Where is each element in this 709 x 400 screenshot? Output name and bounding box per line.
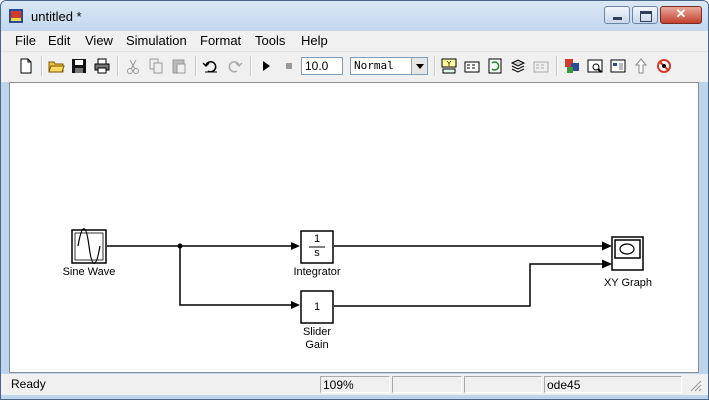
- svg-text:Y: Y: [446, 60, 452, 68]
- copy-icon[interactable]: [147, 57, 165, 75]
- simulation-mode-select[interactable]: Normal: [350, 57, 428, 75]
- menu-file[interactable]: File: [15, 33, 36, 48]
- integrator-label: Integrator: [293, 266, 341, 278]
- close-button[interactable]: ✕: [660, 6, 702, 24]
- update-diagram-icon[interactable]: [463, 57, 481, 75]
- menu-view[interactable]: View: [85, 33, 113, 48]
- build-model-icon[interactable]: Y: [440, 57, 458, 75]
- gain-label-line1: Slider: [302, 326, 332, 338]
- minimize-button[interactable]: [604, 6, 630, 24]
- window-title: untitled *: [31, 9, 82, 24]
- menu-format[interactable]: Format: [200, 33, 241, 48]
- xy-graph-label: XY Graph: [603, 277, 653, 289]
- model-browser-icon[interactable]: [609, 57, 627, 75]
- menu-bar: File Edit View Simulation Format Tools H…: [1, 31, 708, 51]
- library-browser-icon[interactable]: [563, 57, 581, 75]
- incremental-build-icon[interactable]: [486, 57, 504, 75]
- model-advisor-icon[interactable]: [532, 57, 550, 75]
- simulink-app-icon: [9, 9, 23, 23]
- start-simulation-icon[interactable]: [257, 57, 275, 75]
- paste-icon[interactable]: [170, 57, 188, 75]
- open-folder-icon[interactable]: [47, 57, 65, 75]
- minimize-icon: [613, 17, 622, 20]
- menu-help[interactable]: Help: [301, 33, 328, 48]
- close-icon: ✕: [675, 6, 687, 21]
- menu-simulation[interactable]: Simulation: [126, 33, 187, 48]
- zoom-level: 109%: [320, 376, 390, 393]
- stop-time-field[interactable]: 10.0: [301, 57, 343, 75]
- sine-wave-label: Sine Wave: [62, 266, 116, 278]
- menu-tools[interactable]: Tools: [255, 33, 285, 48]
- debugger-icon[interactable]: [655, 57, 673, 75]
- menu-edit[interactable]: Edit: [48, 33, 70, 48]
- status-text: Ready: [11, 377, 46, 391]
- toolbar: 10.0 Normal Y: [1, 51, 708, 82]
- solver-name: ode45: [544, 376, 682, 393]
- gain-label-line2: Gain: [305, 339, 329, 351]
- model-window: untitled * ✕ File Edit View Simulation F…: [0, 0, 709, 400]
- maximize-button[interactable]: [632, 6, 658, 24]
- print-icon[interactable]: [93, 57, 111, 75]
- sine-wave-block[interactable]: [71, 228, 107, 264]
- go-to-parent-icon[interactable]: [632, 57, 650, 75]
- chevron-down-icon[interactable]: [411, 58, 427, 74]
- title-bar[interactable]: untitled * ✕: [1, 1, 708, 31]
- redo-icon[interactable]: [225, 57, 243, 75]
- save-icon[interactable]: [70, 57, 88, 75]
- model-explorer-icon[interactable]: [586, 57, 604, 75]
- stop-simulation-icon[interactable]: [280, 57, 298, 75]
- cut-icon[interactable]: [124, 57, 142, 75]
- refresh-icon[interactable]: [509, 57, 527, 75]
- simulation-mode-value: Normal: [354, 59, 394, 72]
- model-canvas[interactable]: 1 s 1 Sine Wave Integrator Slider Gain X…: [9, 82, 699, 373]
- integrator-numerator: 1: [313, 233, 321, 245]
- integrator-denominator: s: [314, 247, 320, 259]
- status-bar: Ready 109% ode45: [1, 374, 708, 395]
- resize-grip-icon[interactable]: [689, 379, 703, 393]
- status-cell-4: [464, 376, 542, 393]
- new-model-icon[interactable]: [17, 57, 35, 75]
- gain-value: 1: [313, 301, 321, 313]
- maximize-icon: [640, 11, 652, 22]
- undo-icon[interactable]: [202, 57, 220, 75]
- xy-graph-block[interactable]: [611, 236, 644, 271]
- status-cell-3: [392, 376, 462, 393]
- branch-point: [177, 243, 183, 249]
